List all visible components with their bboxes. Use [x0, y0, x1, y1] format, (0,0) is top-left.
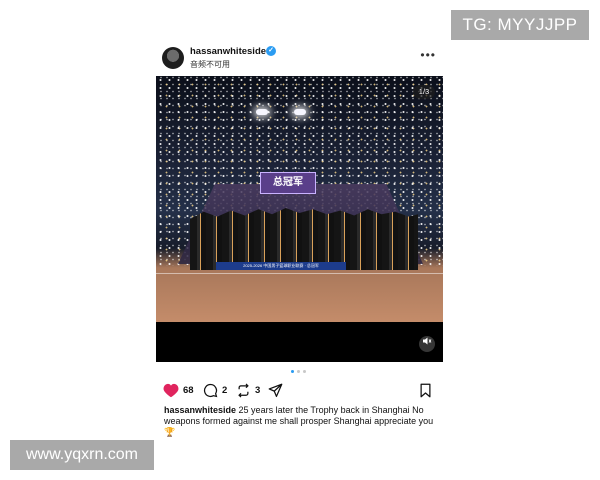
front-banner: 2025-2026 中国男子篮球职业联赛 · 总冠军: [216, 262, 346, 270]
caption-username[interactable]: hassanwhiteside: [164, 405, 236, 415]
repost-count: 3: [255, 384, 261, 396]
save-button[interactable]: [419, 380, 432, 400]
repost-button[interactable]: 3: [236, 380, 260, 400]
champion-banner: 总冠军: [260, 172, 316, 194]
repost-icon: [238, 382, 249, 398]
bookmark-icon: [420, 383, 431, 397]
comment-count: 2: [222, 384, 228, 396]
heart-icon: [163, 383, 179, 397]
like-count: 68: [183, 384, 194, 396]
court-line: [156, 273, 443, 274]
media-counter: 1/3: [413, 85, 435, 99]
comment-button[interactable]: 2: [203, 380, 227, 400]
championship-photo: 总冠军 2025-2026 中国男子篮球职业联赛 · 总冠军: [156, 76, 443, 322]
watermark-top: TG: MYYJJPP: [451, 10, 589, 40]
speaker-muted-icon[interactable]: [419, 336, 435, 352]
carousel-indicator: [287, 370, 317, 374]
post-caption: hassanwhiteside 25 years later the Troph…: [164, 405, 440, 438]
action-bar: 68 2 3: [163, 380, 438, 400]
username[interactable]: hassanwhiteside: [190, 46, 266, 57]
carousel-dot: [291, 370, 294, 373]
like-button[interactable]: 68: [163, 380, 194, 400]
post-header: hassanwhiteside ✓ 音频不可用 •••: [162, 46, 444, 72]
team-celebration: [190, 208, 418, 270]
speaker-glyph: [423, 337, 432, 345]
verified-badge-icon: ✓: [266, 46, 276, 56]
comment-icon: [203, 383, 218, 397]
post-media[interactable]: 总冠军 2025-2026 中国男子篮球职业联赛 · 总冠军 1/3: [156, 76, 443, 362]
trophy-emoji: 🏆: [164, 427, 176, 437]
arena-light: [294, 109, 306, 115]
avatar[interactable]: [162, 47, 184, 69]
arena-light: [256, 109, 268, 115]
audio-status: 音频不可用: [190, 60, 230, 69]
send-icon: [268, 383, 283, 397]
carousel-dot: [303, 370, 306, 373]
share-button[interactable]: [268, 380, 283, 400]
carousel-dot: [297, 370, 300, 373]
more-options-icon[interactable]: •••: [420, 48, 436, 62]
watermark-bottom: www.yqxrn.com: [10, 440, 154, 470]
